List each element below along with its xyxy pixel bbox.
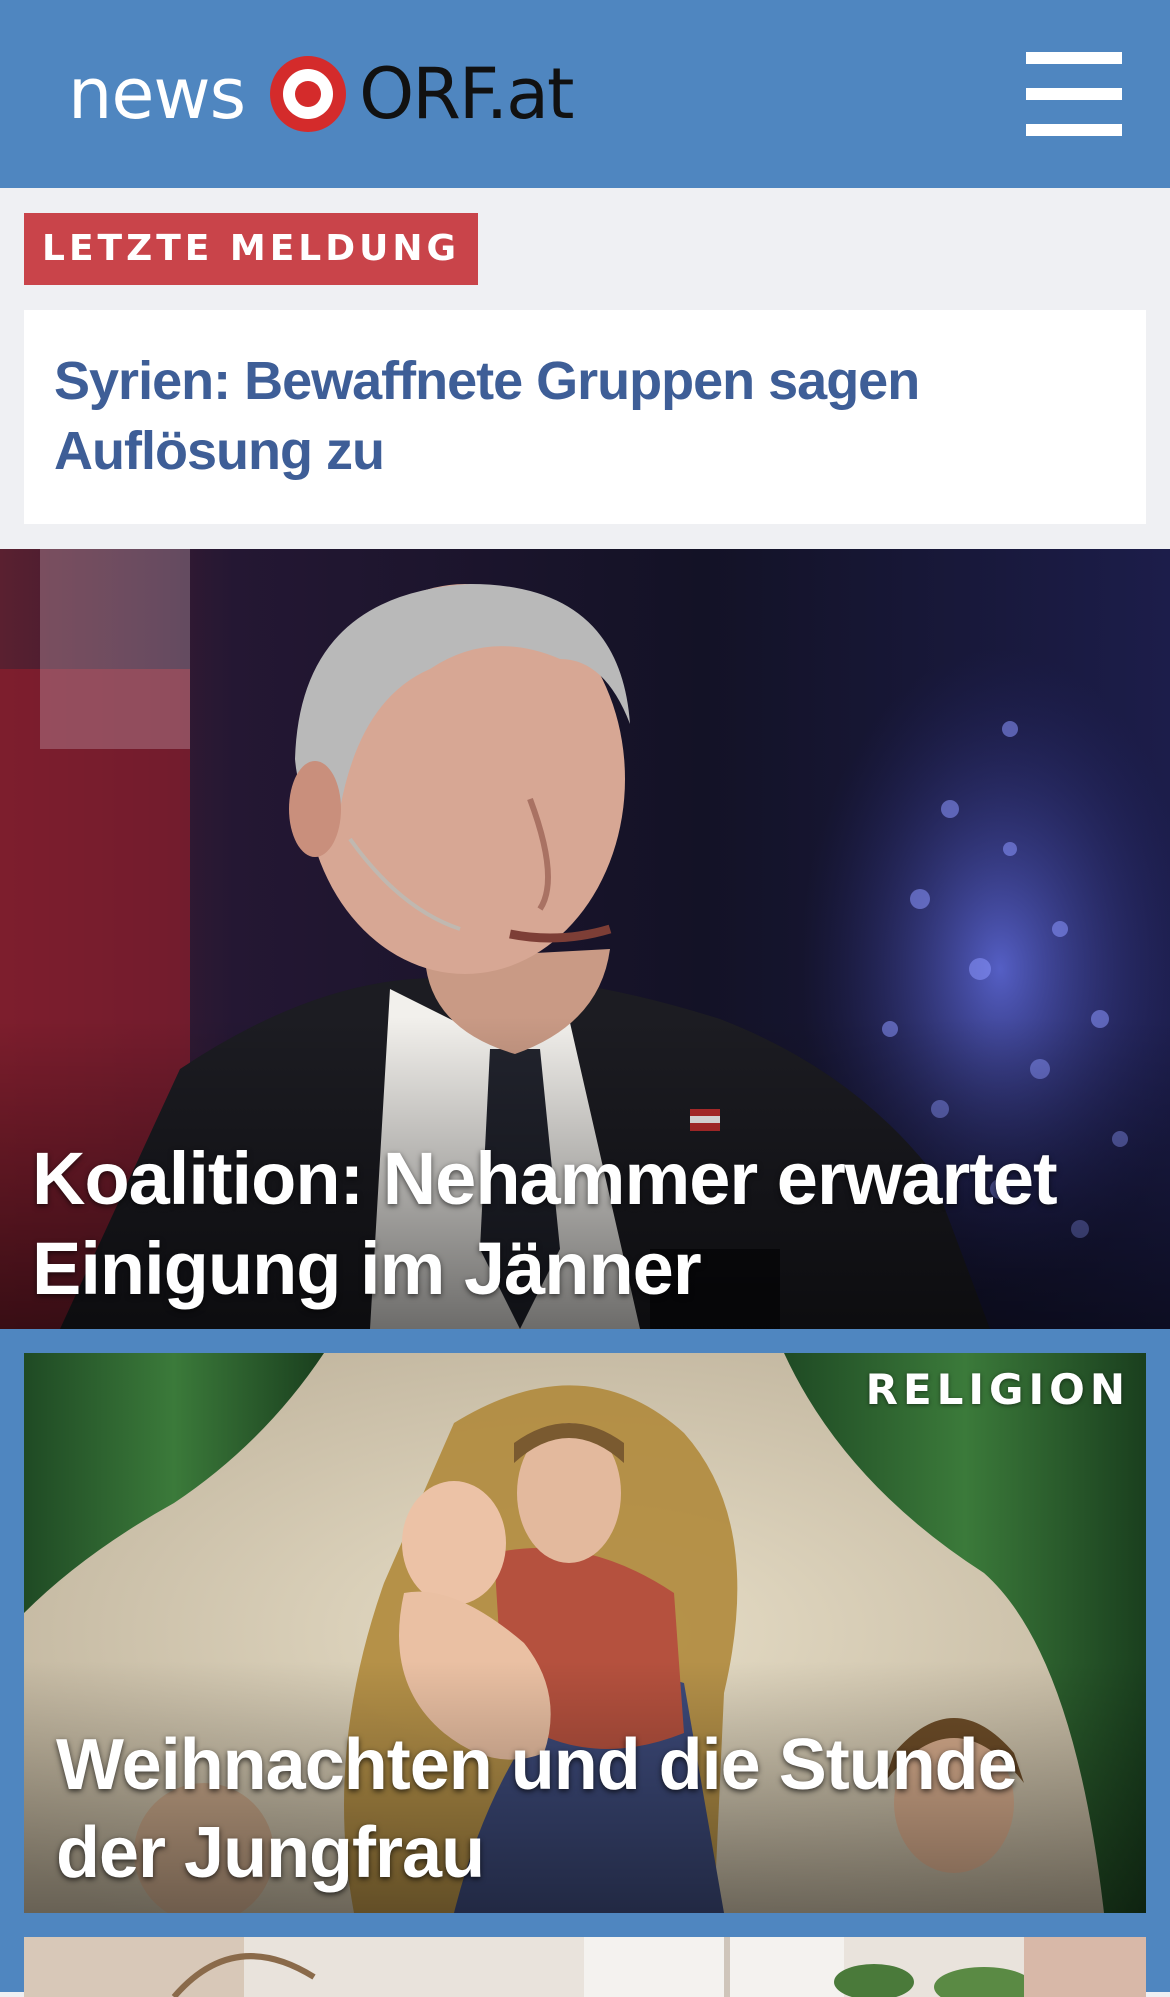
religion-section: RELIGION Weihnachten und die Stunde der …	[0, 1329, 1170, 1997]
orf-target-logo-icon	[270, 56, 347, 132]
religion-story-headline[interactable]: Weihnachten und die Stunde der Jungfrau	[56, 1721, 1116, 1897]
logo-orf-text: ORF.at	[359, 53, 574, 135]
breaking-news-badge: LETZTE MELDUNG	[24, 213, 479, 285]
hamburger-menu-icon[interactable]	[1018, 44, 1128, 144]
breaking-news-card[interactable]: Syrien: Bewaffnete Gruppen sagen Auflösu…	[24, 310, 1146, 524]
religion-story-card[interactable]: RELIGION Weihnachten und die Stunde der …	[24, 1353, 1146, 1913]
section-tag-religion[interactable]: RELIGION	[866, 1365, 1130, 1414]
logo-news-text: news	[68, 53, 246, 135]
next-story-card-preview[interactable]	[24, 1937, 1146, 1997]
top-story-card[interactable]: Koalition: Nehammer erwartet Einigung im…	[0, 549, 1170, 1329]
breaking-news-headline[interactable]: Syrien: Bewaffnete Gruppen sagen Auflösu…	[54, 346, 1116, 486]
next-story-photo	[24, 1937, 1146, 1997]
app-header: news ORF.at	[0, 0, 1170, 188]
top-story-headline[interactable]: Koalition: Nehammer erwartet Einigung im…	[32, 1134, 1132, 1314]
orf-news-logo[interactable]: news ORF.at	[68, 48, 575, 140]
